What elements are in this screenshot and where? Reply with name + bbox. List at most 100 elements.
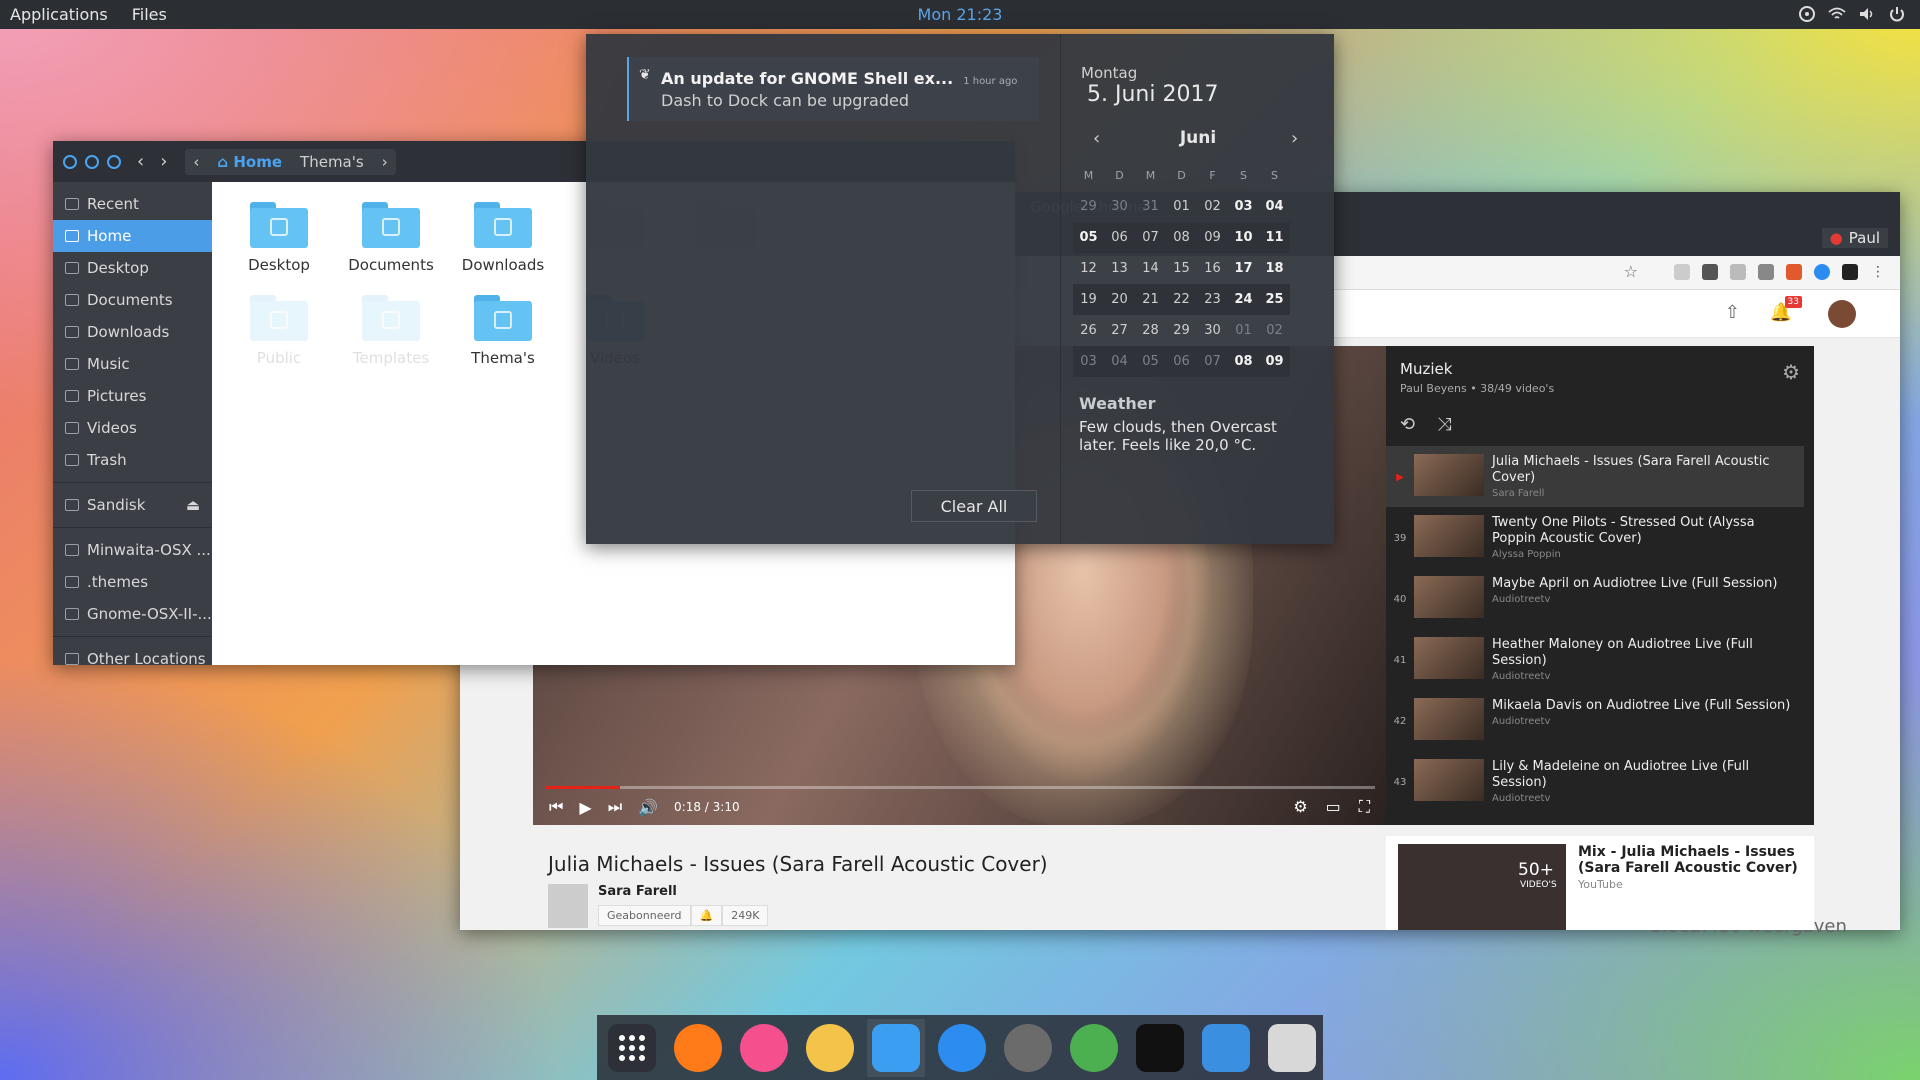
- mix-title[interactable]: Mix - Julia Michaels - Issues (Sara Fare…: [1578, 844, 1798, 876]
- calendar-day[interactable]: 05: [1073, 230, 1104, 245]
- dock-item[interactable]: [1065, 1019, 1123, 1077]
- extension-icon[interactable]: [1842, 264, 1858, 280]
- playlist-item[interactable]: 39 Twenty One Pilots - Stressed Out (Alys…: [1386, 507, 1804, 568]
- folder-templates[interactable]: Templates: [335, 289, 447, 382]
- gear-icon[interactable]: ⚙: [1782, 360, 1800, 384]
- next-icon[interactable]: ⏭: [608, 797, 622, 817]
- volume-icon[interactable]: [1858, 5, 1876, 23]
- video-thumbnail[interactable]: [1414, 637, 1484, 679]
- extension-icon[interactable]: [1758, 264, 1774, 280]
- mix-card[interactable]: 50+ VIDEO'S Mix - Julia Michaels - Issue…: [1386, 836, 1814, 930]
- previous-icon[interactable]: ⏮: [549, 797, 563, 817]
- dock-item[interactable]: [603, 1019, 661, 1077]
- forward-icon[interactable]: ›: [160, 151, 167, 172]
- extension-icon[interactable]: [1814, 264, 1830, 280]
- calendar-day[interactable]: 07: [1197, 354, 1228, 369]
- playlist-item[interactable]: 40 Maybe April on Audiotree Live (Full Se…: [1386, 568, 1804, 629]
- calendar-day[interactable]: 04: [1104, 354, 1135, 369]
- shuffle-icon[interactable]: ⤨: [1437, 414, 1451, 435]
- sidebar-item-minwaita-osx[interactable]: Minwaita-OSX ...: [53, 534, 212, 566]
- calendar-day[interactable]: 02: [1197, 199, 1228, 214]
- sidebar-item-music[interactable]: Music: [53, 348, 212, 380]
- calendar-day[interactable]: 03: [1228, 199, 1259, 214]
- dock-item[interactable]: [933, 1019, 991, 1077]
- extension-icon[interactable]: [1702, 264, 1718, 280]
- calendar-day[interactable]: 15: [1166, 261, 1197, 276]
- video-thumbnail[interactable]: [1414, 576, 1484, 618]
- sidebar-item-desktop[interactable]: Desktop: [53, 252, 212, 284]
- calendar-day[interactable]: 30: [1104, 199, 1135, 214]
- sidebar-item-home[interactable]: Home: [53, 220, 212, 252]
- system-tray[interactable]: [1798, 5, 1906, 23]
- folder-documents[interactable]: Documents: [335, 196, 447, 289]
- applications-menu[interactable]: Applications: [0, 5, 122, 24]
- calendar-day[interactable]: 24: [1228, 292, 1259, 307]
- sidebar-item-downloads[interactable]: Downloads: [53, 316, 212, 348]
- calendar-date[interactable]: 5. Juni 2017: [1087, 82, 1218, 107]
- calendar-day[interactable]: 06: [1104, 230, 1135, 245]
- menu-dots-icon[interactable]: ⋮: [1870, 264, 1886, 280]
- power-icon[interactable]: [1888, 5, 1906, 23]
- channel-avatar[interactable]: [548, 884, 588, 928]
- bell-icon[interactable]: 🔔: [690, 905, 723, 926]
- calendar-day[interactable]: 29: [1166, 323, 1197, 338]
- subscribe-button[interactable]: Geabonneerd 🔔 249K: [598, 905, 769, 926]
- calendar-day[interactable]: 21: [1135, 292, 1166, 307]
- calendar-day[interactable]: 08: [1228, 354, 1259, 369]
- calendar-day[interactable]: 09: [1197, 230, 1228, 245]
- sidebar-item-recent[interactable]: Recent: [53, 188, 212, 220]
- calendar-day[interactable]: 23: [1197, 292, 1228, 307]
- calendar-day[interactable]: 31: [1135, 199, 1166, 214]
- dock-item[interactable]: [1263, 1019, 1321, 1077]
- calendar-day[interactable]: 27: [1104, 323, 1135, 338]
- playlist-item[interactable]: 43 Lily & Madeleine on Audiotree Live (Fu…: [1386, 751, 1804, 812]
- chevron-right-icon[interactable]: ›: [1291, 128, 1298, 149]
- calendar-day[interactable]: 18: [1259, 261, 1290, 276]
- dock-item[interactable]: [1131, 1019, 1189, 1077]
- extension-icon[interactable]: [1674, 264, 1690, 280]
- calendar-day[interactable]: 13: [1104, 261, 1135, 276]
- profile-button[interactable]: ● Paul: [1821, 228, 1888, 248]
- mix-thumbnail[interactable]: 50+ VIDEO'S: [1398, 844, 1566, 930]
- sidebar-item-videos[interactable]: Videos: [53, 412, 212, 444]
- notification[interactable]: ❦ An update for GNOME Shell ex... 1 hour …: [627, 57, 1039, 121]
- clock[interactable]: Mon 21:23: [918, 5, 1003, 24]
- dock-item[interactable]: [1197, 1019, 1255, 1077]
- calendar-day[interactable]: 25: [1259, 292, 1290, 307]
- dock-item[interactable]: [867, 1018, 925, 1077]
- video-thumbnail[interactable]: [1414, 759, 1484, 801]
- back-icon[interactable]: ‹: [137, 151, 144, 172]
- calendar-day[interactable]: 09: [1259, 354, 1290, 369]
- folder-public[interactable]: Public: [223, 289, 335, 382]
- calendar-day[interactable]: 05: [1135, 354, 1166, 369]
- upload-icon[interactable]: ⇧: [1725, 302, 1740, 323]
- sidebar-item-trash[interactable]: Trash: [53, 444, 212, 476]
- calendar-day[interactable]: 11: [1259, 230, 1290, 245]
- maximize-button[interactable]: [107, 154, 121, 169]
- chevron-right-icon[interactable]: ›: [382, 153, 388, 171]
- channel-name[interactable]: Sara Farell: [598, 884, 768, 899]
- sidebar-item-sandisk[interactable]: Sandisk ⏏: [53, 489, 212, 521]
- calendar-day[interactable]: 19: [1073, 292, 1104, 307]
- calendar-day[interactable]: 12: [1073, 261, 1104, 276]
- calendar-day[interactable]: 20: [1104, 292, 1135, 307]
- sidebar-item-gnome-osx-ii[interactable]: Gnome-OSX-II-...: [53, 598, 212, 630]
- chevron-left-icon[interactable]: ‹: [193, 153, 199, 171]
- calendar-day[interactable]: 17: [1228, 261, 1259, 276]
- calendar-day[interactable]: 06: [1166, 354, 1197, 369]
- calendar-day[interactable]: 04: [1259, 199, 1290, 214]
- calendar-day[interactable]: 03: [1073, 354, 1104, 369]
- folder-downloads[interactable]: Downloads: [447, 196, 559, 289]
- dock-item[interactable]: [735, 1019, 793, 1077]
- bookmark-star-icon[interactable]: ☆: [1624, 262, 1638, 281]
- calendar-day[interactable]: 02: [1259, 323, 1290, 338]
- calendar-day[interactable]: 10: [1228, 230, 1259, 245]
- calendar-day[interactable]: 07: [1135, 230, 1166, 245]
- playlist-item[interactable]: 41 Heather Maloney on Audiotree Live (Ful…: [1386, 629, 1804, 690]
- playlist-item[interactable]: 42 Mikaela Davis on Audiotree Live (Full …: [1386, 690, 1804, 751]
- calendar-day[interactable]: 22: [1166, 292, 1197, 307]
- fullscreen-icon[interactable]: ⛶: [1359, 797, 1370, 817]
- video-thumbnail[interactable]: [1414, 454, 1484, 496]
- avatar[interactable]: [1828, 300, 1856, 328]
- video-thumbnail[interactable]: [1414, 698, 1484, 740]
